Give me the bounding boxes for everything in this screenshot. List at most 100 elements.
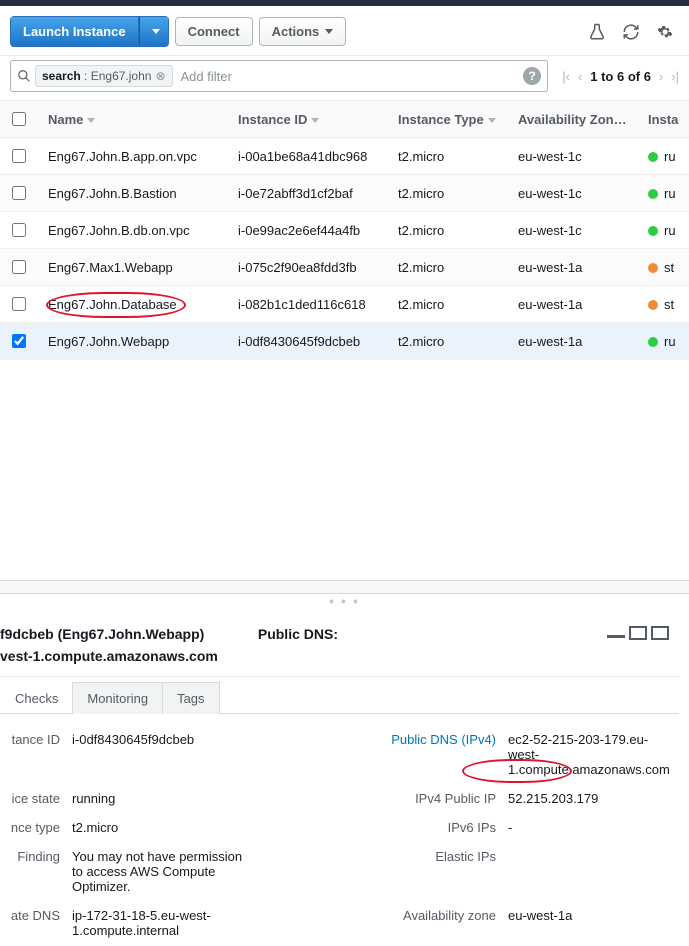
table-row[interactable]: Eng67.Max1.Webappi-075c2f90ea8fdd3fbt2.m… xyxy=(0,249,689,286)
page-last-icon[interactable]: ›| xyxy=(671,69,679,84)
select-all-checkbox[interactable] xyxy=(12,112,26,126)
cell-instance-type: t2.micro xyxy=(390,138,510,175)
kv-value-type: t2.micro xyxy=(72,820,252,835)
cell-instance-id: i-0df8430645f9dcbeb xyxy=(230,323,390,360)
cell-state: ru xyxy=(640,138,689,175)
cell-state: ru xyxy=(640,175,689,212)
kv-value-private-dns: ip-172-31-18-5.eu-west-1.compute.interna… xyxy=(72,908,252,938)
sort-icon xyxy=(488,118,496,123)
page-prev-icon[interactable]: ‹ xyxy=(578,69,582,84)
kv-key: ice state xyxy=(0,791,60,806)
tab-status-checks[interactable]: Checks xyxy=(0,682,73,714)
layout-min-icon[interactable] xyxy=(607,626,625,638)
search-input[interactable]: search : Eng67.john ⊗ Add filter ? xyxy=(10,60,548,92)
layout-split-icon[interactable] xyxy=(629,626,647,640)
row-checkbox[interactable] xyxy=(12,186,26,200)
gear-icon[interactable] xyxy=(651,18,679,46)
col-name[interactable]: Name xyxy=(40,101,230,138)
sort-icon xyxy=(311,118,319,123)
kv-key: tance ID xyxy=(0,732,60,777)
row-checkbox[interactable] xyxy=(12,334,26,348)
horizontal-scrollbar[interactable] xyxy=(0,580,689,594)
row-checkbox[interactable] xyxy=(12,223,26,237)
cell-instance-id: i-082b1c1ded116c618 xyxy=(230,286,390,323)
launch-instance-label[interactable]: Launch Instance xyxy=(10,16,139,47)
caret-down-icon xyxy=(325,29,333,34)
cell-name[interactable]: Eng67.Max1.Webapp xyxy=(40,249,230,286)
cell-name[interactable]: Eng67.John.B.db.on.vpc xyxy=(40,212,230,249)
sort-icon xyxy=(87,118,95,123)
layout-max-icon[interactable] xyxy=(651,626,669,640)
experiment-icon[interactable] xyxy=(583,18,611,46)
cell-instance-type: t2.micro xyxy=(390,249,510,286)
kv-key: Availability zone xyxy=(376,908,496,938)
col-instance-id[interactable]: Instance ID xyxy=(230,101,390,138)
tab-tags[interactable]: Tags xyxy=(162,682,219,714)
caret-down-icon xyxy=(152,29,160,34)
search-icon xyxy=(17,69,31,83)
table-row[interactable]: Eng67.John.Databasei-082b1c1ded116c618t2… xyxy=(0,286,689,323)
public-dns-label: Public DNS: xyxy=(258,626,338,642)
kv-key[interactable]: Public DNS (IPv4) xyxy=(376,732,496,777)
tab-monitoring[interactable]: Monitoring xyxy=(72,682,163,714)
detail-tabs: Checks Monitoring Tags xyxy=(0,681,679,714)
cell-instance-type: t2.micro xyxy=(390,175,510,212)
kv-value-ipv4: 52.215.203.179 xyxy=(508,791,675,806)
cell-az: eu-west-1c xyxy=(510,175,640,212)
cell-name[interactable]: Eng67.John.Database xyxy=(40,286,230,323)
actions-button[interactable]: Actions xyxy=(259,17,347,46)
cell-name[interactable]: Eng67.John.B.Bastion xyxy=(40,175,230,212)
cell-name[interactable]: Eng67.John.B.app.on.vpc xyxy=(40,138,230,175)
add-filter-placeholder[interactable]: Add filter xyxy=(181,69,232,84)
page-first-icon[interactable]: |‹ xyxy=(562,69,570,84)
remove-filter-icon[interactable]: ⊗ xyxy=(155,69,165,83)
kv-key: IPv6 IPs xyxy=(376,820,496,835)
kv-value-instance-id: i-0df8430645f9dcbeb xyxy=(72,732,252,777)
row-checkbox[interactable] xyxy=(12,297,26,311)
filter-bar: search : Eng67.john ⊗ Add filter ? |‹ ‹ … xyxy=(0,56,689,100)
cell-az: eu-west-1c xyxy=(510,212,640,249)
launch-instance-button[interactable]: Launch Instance xyxy=(10,16,169,47)
col-instance-type[interactable]: Instance Type xyxy=(390,101,510,138)
detail-panel: f9dcbeb (Eng67.John.Webapp) vest-1.compu… xyxy=(0,608,689,946)
panel-layout-icons xyxy=(607,626,669,640)
help-icon[interactable]: ? xyxy=(523,67,541,85)
page-next-icon[interactable]: › xyxy=(659,69,663,84)
instances-table-wrap: Name Instance ID Instance Type Availabil… xyxy=(0,100,689,360)
status-dot-icon xyxy=(648,263,658,273)
panel-resize-grip[interactable]: ● ● ● xyxy=(0,594,689,608)
toolbar: Launch Instance Connect Actions xyxy=(0,6,689,56)
table-row[interactable]: Eng67.John.B.Bastioni-0e72abff3d1cf2baft… xyxy=(0,175,689,212)
status-dot-icon xyxy=(648,152,658,162)
cell-state: st xyxy=(640,286,689,323)
instances-table: Name Instance ID Instance Type Availabil… xyxy=(0,100,689,360)
row-checkbox[interactable] xyxy=(12,149,26,163)
row-checkbox[interactable] xyxy=(12,260,26,274)
detail-title: f9dcbeb (Eng67.John.Webapp) xyxy=(0,626,218,642)
kv-key: IPv4 Public IP xyxy=(376,791,496,806)
cell-instance-type: t2.micro xyxy=(390,286,510,323)
actions-label: Actions xyxy=(272,24,320,39)
table-row[interactable]: Eng67.John.B.app.on.vpci-00a1be68a41dbc9… xyxy=(0,138,689,175)
cell-az: eu-west-1a xyxy=(510,323,640,360)
detail-header: f9dcbeb (Eng67.John.Webapp) vest-1.compu… xyxy=(0,618,679,677)
cell-instance-id: i-075c2f90ea8fdd3fb xyxy=(230,249,390,286)
cell-az: eu-west-1a xyxy=(510,249,640,286)
table-row[interactable]: Eng67.John.Webappi-0df8430645f9dcbebt2.m… xyxy=(0,323,689,360)
table-row[interactable]: Eng67.John.B.db.on.vpci-0e99ac2e6ef44a4f… xyxy=(0,212,689,249)
filter-chip-key: search xyxy=(42,69,81,83)
launch-instance-dropdown[interactable] xyxy=(139,16,169,47)
cell-state: ru xyxy=(640,212,689,249)
connect-button[interactable]: Connect xyxy=(175,17,253,46)
col-instance-state[interactable]: Insta xyxy=(640,101,689,138)
cell-state: st xyxy=(640,249,689,286)
cell-name[interactable]: Eng67.John.Webapp xyxy=(40,323,230,360)
filter-chip[interactable]: search : Eng67.john ⊗ xyxy=(35,65,173,87)
kv-value-state: running xyxy=(72,791,252,806)
col-availability-zone[interactable]: Availability Zone xyxy=(510,101,640,138)
cell-az: eu-west-1c xyxy=(510,138,640,175)
status-dot-icon xyxy=(648,189,658,199)
refresh-icon[interactable] xyxy=(617,18,645,46)
kv-value-az: eu-west-1a xyxy=(508,908,675,938)
select-all-header[interactable] xyxy=(0,101,40,138)
